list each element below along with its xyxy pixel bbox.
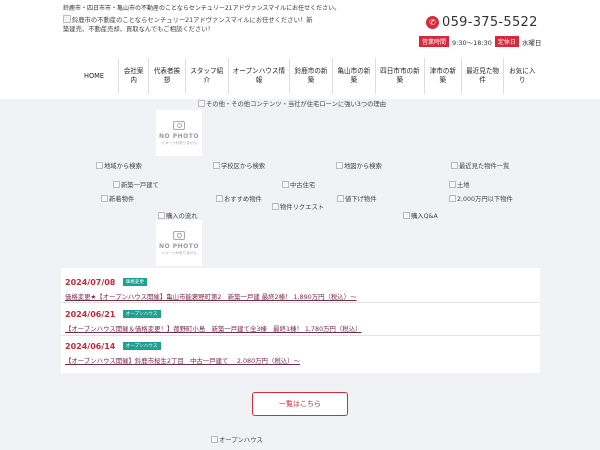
news-date: 2024/06/14 (65, 342, 116, 351)
nav-company[interactable]: 会社案内 (118, 58, 148, 94)
recently-viewed-link[interactable]: 最近見た物件一覧 (451, 161, 509, 170)
broken-image-icon (451, 162, 458, 169)
no-photo-sub: イメージがありません (161, 140, 197, 145)
nav-home[interactable]: HOME (70, 58, 118, 94)
news-item: 2024/06/14 オープンハウス 【オープンハウス開催】鈴鹿市桜生2丁目 中… (65, 342, 535, 365)
news-divider (61, 302, 540, 303)
view-all-button[interactable]: 一覧はこちら (252, 392, 348, 416)
news-category-badge: オープンハウス (122, 342, 161, 350)
recommended-link[interactable]: おすすめ物件 (216, 194, 262, 203)
nav-favorites[interactable]: お気に入り (503, 58, 540, 94)
under-20m-link[interactable]: 2,000万円以下物件 (449, 194, 513, 203)
nav-tsu-new[interactable]: 津市の新築 (424, 58, 461, 94)
broken-image-icon (216, 195, 223, 202)
new-house-link[interactable]: 新築一戸建て (113, 180, 159, 189)
price-down-link[interactable]: 値下げ物件 (337, 194, 376, 203)
no-photo-title: NO PHOTO (159, 132, 199, 140)
news-date: 2024/07/08 (65, 278, 116, 287)
news-item: 2024/07/08 価格変更 価格変更★【オープンハウス開催】亀山市能褒野町第… (65, 278, 535, 301)
no-photo-placeholder: NO PHOTO イメージがありません (156, 220, 202, 266)
link-label: 2,000万円以下物件 (457, 196, 513, 203)
loan-banner[interactable]: その他・その他コンテンツ・当社が住宅ローンに強い3つの理由 (198, 99, 386, 108)
link-label: 土地 (457, 182, 470, 189)
holiday-value: 水曜日 (521, 38, 542, 47)
news-title-link[interactable]: 価格変更★【オープンハウス開催】亀山市能褒野町第2 新築一戸建 最終2棟！ 1,… (65, 292, 535, 301)
news-list: 2024/07/08 価格変更 価格変更★【オープンハウス開催】亀山市能褒野町第… (61, 268, 540, 373)
broken-image-icon (337, 195, 344, 202)
broken-image-icon (198, 100, 205, 107)
land-link[interactable]: 土地 (449, 180, 470, 189)
broken-image-icon (101, 195, 108, 202)
link-label: 最近見た物件一覧 (459, 163, 510, 170)
nav-recently-viewed[interactable]: 最近見た物件 (460, 58, 504, 94)
phone-contact[interactable]: ✆ 059-375-5522 (426, 15, 538, 30)
search-by-school-link[interactable]: 学校区から検索 (213, 161, 265, 170)
hours-tag: 営業時間 (419, 36, 450, 47)
phone-number: 059-375-5522 (442, 15, 538, 30)
no-photo-sub: イメージがありません (161, 250, 197, 255)
broken-image-icon (158, 212, 165, 219)
no-photo-title: NO PHOTO (159, 242, 199, 250)
news-title-link[interactable]: 【オープンハウス開催＆価格変更！】菰野町小島 新築一戸建て全3棟 最終1棟！ 1… (65, 324, 535, 333)
news-title-link[interactable]: 【オープンハウス開催】鈴鹿市桜生2丁目 中古一戸建て 2,080万円（税込）～ (65, 356, 535, 365)
header-tagline: 鈴鹿市・四日市市・亀山市の不動産のことならセンチュリー21アドヴァンスマイルにお… (63, 5, 341, 12)
link-label: 値下げ物件 (345, 196, 377, 203)
nav-suzuka-new[interactable]: 鈴鹿市の新築 (289, 58, 332, 94)
broken-image-icon (282, 181, 289, 188)
broken-image-icon (272, 203, 279, 210)
nav-yokkaichi-new[interactable]: 四日市市の新築 (374, 58, 424, 94)
broken-image-icon (113, 181, 120, 188)
link-label: 新築一戸建て (121, 182, 159, 189)
link-label: 地域から検索 (104, 163, 142, 170)
link-label: 地図から検索 (344, 163, 382, 170)
used-house-link[interactable]: 中古住宅 (282, 180, 315, 189)
banner-alt-text: その他・その他コンテンツ・当社が住宅ローンに強い3つの理由 (206, 101, 387, 108)
global-nav: HOME 会社案内 代表者挨拶 スタッフ紹介 オープンハウス情報 鈴鹿市の新築 … (70, 58, 540, 94)
banner-alt-text: オープンハウス (219, 437, 263, 444)
phone-icon: ✆ (426, 16, 439, 29)
nav-staff[interactable]: スタッフ紹介 (184, 58, 228, 94)
news-category-badge: 価格変更 (122, 278, 147, 286)
hours-value: 9:30～18:30 (452, 38, 492, 47)
link-label: 新着物件 (109, 196, 135, 203)
purchase-qa-link[interactable]: 購入Q&A (403, 211, 438, 220)
news-category-badge: オープンハウス (122, 310, 161, 318)
holiday-tag: 定休日 (494, 36, 519, 47)
no-photo-placeholder: NO PHOTO イメージがありません (156, 110, 202, 156)
link-label: 学校区から検索 (221, 163, 266, 170)
nav-kameyama-new[interactable]: 亀山市の新築 (331, 58, 375, 94)
link-label: 物件リクエスト (280, 204, 325, 211)
search-by-area-link[interactable]: 地域から検索 (96, 161, 142, 170)
broken-image-icon (96, 162, 103, 169)
link-label: おすすめ物件 (224, 196, 262, 203)
site-logo[interactable]: 鈴鹿市の不動産のことならセンチュリー21アドヴァンスマイルにお任せください！新築… (63, 15, 313, 34)
purchase-flow-link[interactable]: 購入の流れ (158, 211, 197, 220)
broken-image-icon (449, 195, 456, 202)
new-arrival-link[interactable]: 新着物件 (101, 194, 134, 203)
nav-openhouse[interactable]: オープンハウス情報 (227, 58, 289, 94)
news-item: 2024/06/21 オープンハウス 【オープンハウス開催＆価格変更！】菰野町小… (65, 310, 535, 333)
broken-image-icon (403, 212, 410, 219)
business-hours: 営業時間 9:30～18:30 定休日 水曜日 (419, 36, 541, 47)
nav-greeting[interactable]: 代表者挨拶 (148, 58, 185, 94)
news-date: 2024/06/21 (65, 310, 116, 319)
logo-alt-text: 鈴鹿市の不動産のことならセンチュリー21アドヴァンスマイルにお任せください！新築… (63, 17, 313, 33)
broken-image-icon (211, 436, 218, 443)
link-label: 購入Q&A (411, 213, 438, 220)
property-request-link[interactable]: 物件リクエスト (272, 202, 324, 211)
link-label: 中古住宅 (290, 182, 316, 189)
broken-image-icon (63, 15, 71, 23)
news-divider (61, 335, 540, 336)
broken-image-icon (213, 162, 220, 169)
openhouse-banner[interactable]: オープンハウス (211, 435, 263, 444)
camera-icon (173, 120, 185, 130)
search-by-map-link[interactable]: 地図から検索 (336, 161, 382, 170)
camera-icon (173, 230, 185, 240)
link-label: 購入の流れ (166, 213, 198, 220)
broken-image-icon (449, 181, 456, 188)
broken-image-icon (336, 162, 343, 169)
